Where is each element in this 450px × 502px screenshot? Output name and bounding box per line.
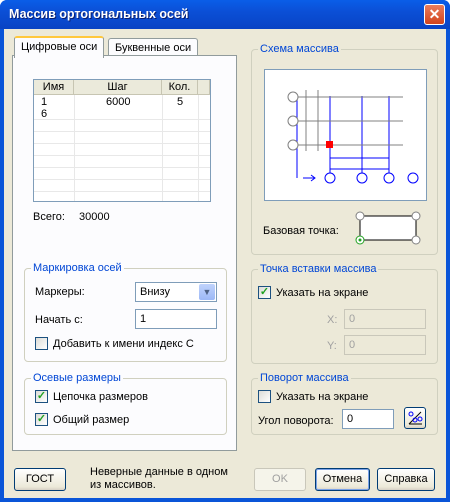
column-header-name[interactable]: Имя [34,80,74,95]
row-1-count[interactable]: 5 [177,96,183,108]
rotation-on-screen-checkbox[interactable] [258,390,271,403]
tab-digital-axes-label: Цифровые оси [21,41,98,53]
grid-line [34,179,210,180]
x-label: X: [327,314,338,326]
dialog-window: Массив ортогональных осей ✕ Цифровые оси… [0,0,450,502]
x-input[interactable]: 0 [344,309,426,329]
column-header-filler [198,80,210,95]
close-icon: ✕ [428,6,441,22]
add-index-label[interactable]: Добавить к имени индекс С [53,338,194,350]
insertion-group-title: Точка вставки массива [260,263,377,275]
y-label: Y: [327,340,337,352]
axis-marker [287,115,299,127]
base-point-option-top-left [355,211,365,221]
start-input[interactable]: 1 [135,309,217,329]
axis-marker [324,172,336,184]
array-scheme-graphic [287,90,419,184]
close-button[interactable]: ✕ [424,4,445,25]
total-value: 30000 [79,211,110,223]
ok-button[interactable]: OK [254,468,306,491]
help-button[interactable]: Справка [377,468,435,491]
row-1-name[interactable]: 1 [41,96,47,108]
angle-label: Угол поворота: [258,415,334,427]
axis-marker [383,172,395,184]
marking-group-title: Маркировка осей [33,262,122,274]
insertion-arrow-icon [303,174,316,182]
base-point-label: Базовая точка: [263,225,339,237]
window-title: Массив ортогональных осей [9,7,189,21]
rotation-on-screen-label[interactable]: Указать на экране [276,391,368,403]
markers-select-value: Внизу [140,286,170,298]
base-point-option-bottom-right [411,235,421,245]
cancel-button[interactable]: Отмена [315,468,370,491]
scheme-preview [264,69,427,201]
insertion-on-screen-label[interactable]: Указать на экране [276,287,368,299]
rotation-group-title: Поворот массива [260,372,349,384]
axis-marker [407,172,419,184]
markers-label: Маркеры: [35,286,85,298]
pick-angle-icon [408,411,423,425]
chevron-down-icon[interactable]: ▼ [199,284,215,300]
grid-line [162,95,163,201]
tab-digital-axes[interactable]: Цифровые оси [14,36,105,58]
base-point-selector[interactable] [352,210,424,246]
grid-line [34,167,210,168]
axes-table[interactable]: Имя Шаг Кол. 1 6000 5 6 [33,79,211,202]
chain-dimensions-label[interactable]: Цепочка размеров [53,391,148,403]
row-2-name[interactable]: 6 [41,108,47,120]
markers-select[interactable]: Внизу ▼ [135,282,217,302]
base-point-option-top-right [411,211,421,221]
grid-line [74,95,75,201]
row-1-step[interactable]: 6000 [106,96,130,108]
tab-letter-axes-label: Буквенные оси [115,42,192,54]
column-header-step[interactable]: Шаг [74,80,162,95]
chain-dimensions-checkbox[interactable]: ✓ [35,390,48,403]
gost-button[interactable]: ГОСТ [14,468,66,491]
axis-marker [356,172,368,184]
scheme-group-title: Схема массива [260,43,339,55]
base-point-marker [326,141,333,148]
title-bar[interactable]: Массив ортогональных осей ✕ [0,0,450,29]
total-label: Всего: [33,211,65,223]
column-header-count[interactable]: Кол. [162,80,198,95]
add-index-checkbox[interactable] [35,337,48,350]
grid-line [34,191,210,192]
grid-line [34,131,210,132]
axis-marker [287,91,299,103]
y-input[interactable]: 0 [344,335,426,355]
grid-line [34,119,210,120]
status-message: Неверные данные в одном из массивов. [90,466,228,491]
grid-line [34,143,210,144]
axis-marker [287,139,299,151]
angle-input[interactable]: 0 [342,409,394,429]
total-dimension-checkbox[interactable]: ✓ [35,413,48,426]
dimensions-group-title: Осевые размеры [33,372,121,384]
total-dimension-label[interactable]: Общий размер [53,414,129,426]
pick-angle-button[interactable] [404,407,426,429]
grid-line [34,155,210,156]
start-label: Начать с: [35,314,83,326]
insertion-on-screen-checkbox[interactable]: ✓ [258,286,271,299]
grid-line [198,95,199,201]
